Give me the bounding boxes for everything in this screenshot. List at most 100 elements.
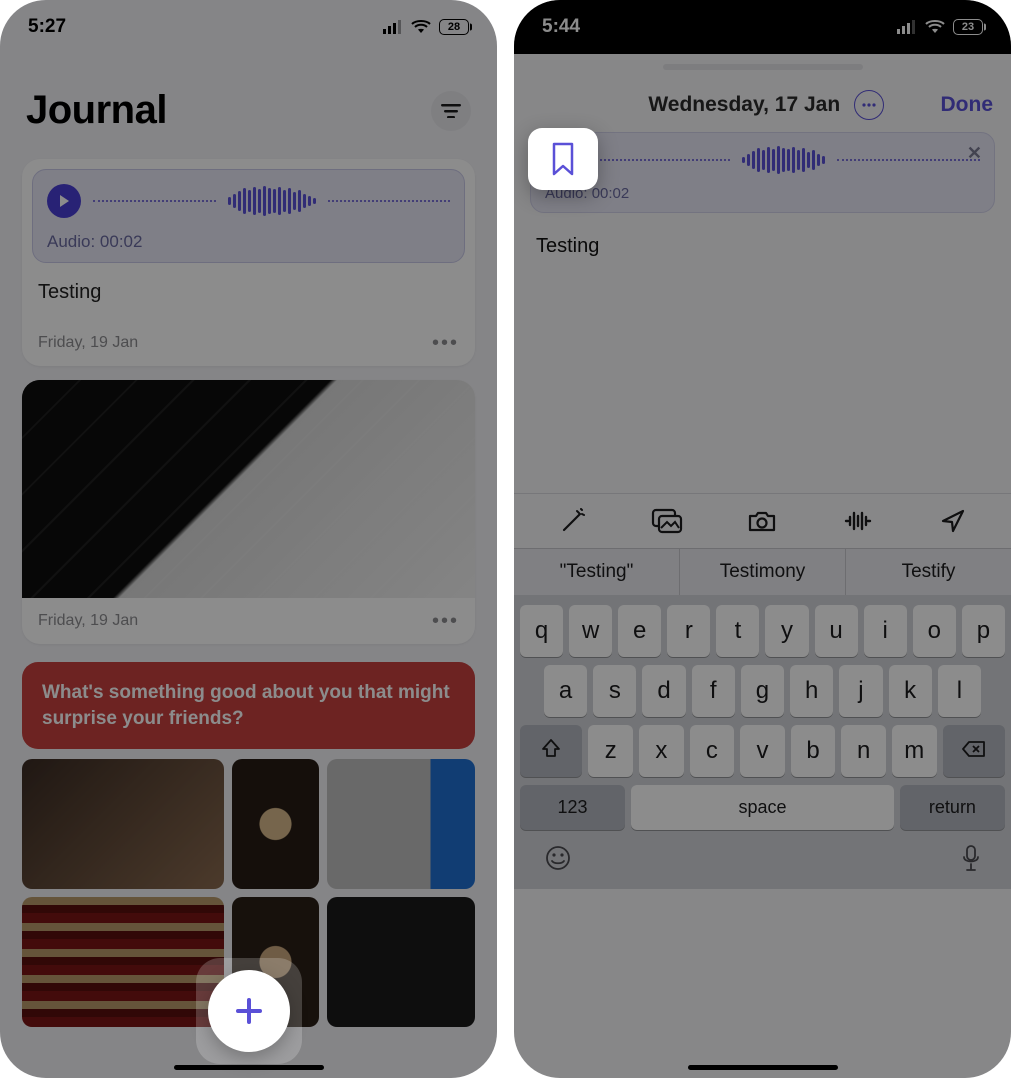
suggestion[interactable]: Testify bbox=[846, 549, 1011, 595]
entry-title: Testing bbox=[38, 281, 459, 304]
entry-more-button[interactable]: ••• bbox=[432, 616, 459, 626]
key-numbers[interactable]: 123 bbox=[520, 785, 625, 830]
audio-duration-label: Audio: 00:02 bbox=[47, 232, 450, 252]
key-q[interactable]: q bbox=[520, 605, 563, 657]
thumbnail[interactable] bbox=[232, 759, 319, 889]
suggestion[interactable]: Testimony bbox=[680, 549, 846, 595]
emoji-icon bbox=[544, 844, 572, 872]
attachment-toolbar bbox=[514, 493, 1011, 548]
emoji-button[interactable] bbox=[544, 844, 572, 877]
key-c[interactable]: c bbox=[690, 725, 735, 777]
bookmark-icon bbox=[548, 141, 578, 177]
key-f[interactable]: f bbox=[692, 665, 735, 717]
entry-more-button[interactable]: ••• bbox=[432, 338, 459, 348]
plus-icon bbox=[232, 994, 266, 1028]
key-z[interactable]: z bbox=[588, 725, 633, 777]
key-l[interactable]: l bbox=[938, 665, 981, 717]
entry-card-1[interactable]: Audio: 00:02 Testing Friday, 19 Jan ••• bbox=[22, 159, 475, 366]
wifi-icon bbox=[411, 20, 431, 34]
key-i[interactable]: i bbox=[864, 605, 907, 657]
camera-button[interactable] bbox=[742, 509, 782, 533]
entry-text-input[interactable]: Testing bbox=[514, 213, 1011, 493]
ai-suggest-button[interactable] bbox=[552, 508, 592, 534]
remove-audio-button[interactable]: ✕ bbox=[967, 143, 982, 164]
key-b[interactable]: b bbox=[791, 725, 836, 777]
editor-header: Wednesday, 17 Jan Done bbox=[514, 78, 1011, 128]
sheet-drag-bar[interactable] bbox=[514, 54, 1011, 78]
key-p[interactable]: p bbox=[962, 605, 1005, 657]
keyboard-suggestions: "Testing" Testimony Testify bbox=[514, 548, 1011, 595]
key-t[interactable]: t bbox=[716, 605, 759, 657]
photos-icon bbox=[651, 508, 683, 534]
key-shift[interactable] bbox=[520, 725, 582, 777]
key-y[interactable]: y bbox=[765, 605, 808, 657]
waveform bbox=[228, 186, 316, 216]
key-x[interactable]: x bbox=[639, 725, 684, 777]
thumbnail[interactable] bbox=[327, 759, 475, 889]
waveform-trailing bbox=[328, 200, 451, 202]
left-phone: 5:27 28 Journal bbox=[0, 0, 497, 1078]
key-j[interactable]: j bbox=[839, 665, 882, 717]
backspace-icon bbox=[962, 740, 986, 758]
key-w[interactable]: w bbox=[569, 605, 612, 657]
audio-wave-icon bbox=[844, 509, 872, 533]
audio-attachment: ✕ Audio: 00:02 bbox=[530, 132, 995, 213]
key-o[interactable]: o bbox=[913, 605, 956, 657]
suggestion-thumbnails-row-1 bbox=[22, 759, 475, 889]
waveform-leading bbox=[587, 159, 730, 161]
reflection-prompt[interactable]: What's something good about you that mig… bbox=[22, 662, 475, 749]
play-button[interactable] bbox=[47, 184, 81, 218]
new-entry-fab-wrap bbox=[196, 958, 302, 1064]
done-button[interactable]: Done bbox=[941, 93, 994, 117]
key-g[interactable]: g bbox=[741, 665, 784, 717]
key-m[interactable]: m bbox=[892, 725, 937, 777]
shift-icon bbox=[541, 738, 561, 758]
key-a[interactable]: a bbox=[544, 665, 587, 717]
key-h[interactable]: h bbox=[790, 665, 833, 717]
waveform-trailing bbox=[837, 159, 980, 161]
right-phone: 5:44 23 Wednesday, 17 Jan Done bbox=[514, 0, 1011, 1078]
key-u[interactable]: u bbox=[815, 605, 858, 657]
key-s[interactable]: s bbox=[593, 665, 636, 717]
cellular-icon bbox=[383, 20, 403, 34]
status-bar: 5:27 28 bbox=[0, 0, 497, 54]
new-entry-button[interactable] bbox=[208, 970, 290, 1052]
entry-photo bbox=[22, 380, 475, 598]
ellipsis-icon bbox=[862, 103, 876, 107]
battery-icon: 23 bbox=[953, 19, 983, 35]
suggestion[interactable]: "Testing" bbox=[514, 549, 680, 595]
key-r[interactable]: r bbox=[667, 605, 710, 657]
home-indicator[interactable] bbox=[688, 1065, 838, 1070]
filter-lines-icon bbox=[441, 104, 461, 118]
status-bar: 5:44 23 bbox=[514, 0, 1011, 54]
filter-button[interactable] bbox=[431, 91, 471, 131]
thumbnail[interactable] bbox=[22, 897, 224, 1027]
audio-duration-label: Audio: 00:02 bbox=[545, 185, 980, 202]
waveform bbox=[742, 145, 825, 175]
location-arrow-icon bbox=[940, 508, 966, 534]
key-k[interactable]: k bbox=[889, 665, 932, 717]
dictation-button[interactable] bbox=[961, 844, 981, 877]
key-e[interactable]: e bbox=[618, 605, 661, 657]
entry-card-2[interactable]: Friday, 19 Jan ••• bbox=[22, 380, 475, 644]
bookmark-button[interactable] bbox=[528, 128, 598, 190]
home-indicator[interactable] bbox=[174, 1065, 324, 1070]
thumbnail[interactable] bbox=[327, 897, 475, 1027]
camera-icon bbox=[746, 509, 778, 533]
waveform-leading bbox=[93, 200, 216, 202]
location-button[interactable] bbox=[933, 508, 973, 534]
key-v[interactable]: v bbox=[740, 725, 785, 777]
audio-record-button[interactable] bbox=[838, 509, 878, 533]
play-icon bbox=[57, 194, 71, 208]
entry-date-heading: Wednesday, 17 Jan bbox=[648, 93, 840, 117]
key-return[interactable]: return bbox=[900, 785, 1005, 830]
key-backspace[interactable] bbox=[943, 725, 1005, 777]
key-space[interactable]: space bbox=[631, 785, 894, 830]
key-d[interactable]: d bbox=[642, 665, 685, 717]
cellular-icon bbox=[897, 20, 917, 34]
key-n[interactable]: n bbox=[841, 725, 886, 777]
more-options-button[interactable] bbox=[854, 90, 884, 120]
entry-date: Friday, 19 Jan bbox=[38, 612, 138, 630]
thumbnail[interactable] bbox=[22, 759, 224, 889]
photo-library-button[interactable] bbox=[647, 508, 687, 534]
